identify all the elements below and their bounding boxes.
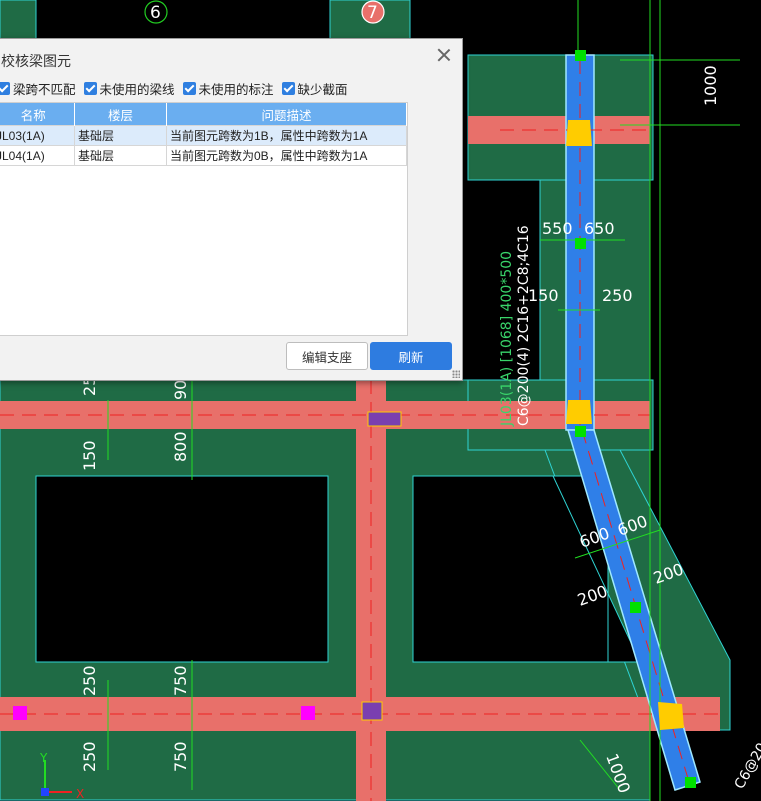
refresh-button[interactable]: 刷新 (370, 342, 452, 370)
grid-axis-6: 6 (144, 0, 168, 24)
resize-grip-icon[interactable] (452, 370, 460, 378)
dim-150-b: 150 (80, 440, 99, 471)
cell-name: JL03(1A) (0, 125, 75, 146)
beam-label-line2: C6@200(4) 2C16+2C8;4C16 (516, 225, 532, 426)
filter-unused-beam-line[interactable]: 未使用的梁线 (83, 79, 175, 98)
grid-axis-7: 7 (361, 0, 385, 24)
column-description[interactable]: 问题描述 (166, 103, 407, 126)
dim-250-b: 250 (80, 665, 99, 696)
table-row[interactable]: JL04(1A) 基础层 当前图元跨数为0B，属性中跨数为1A (0, 145, 407, 166)
dim-800: 800 (171, 431, 190, 462)
checkbox-checked-icon[interactable] (281, 82, 295, 95)
axis-y-label: Y (39, 751, 48, 765)
dim-250-c: 250 (80, 741, 99, 772)
filter-label: 缺少截面 (297, 83, 348, 97)
dim-150-a: 150 (528, 286, 559, 305)
close-icon[interactable] (436, 47, 452, 63)
column-floor[interactable]: 楼层 (74, 103, 167, 126)
table-row[interactable]: JL03(1A) 基础层 当前图元跨数为1B，属性中跨数为1A (0, 125, 407, 146)
cell-description: 当前图元跨数为0B，属性中跨数为1A (166, 145, 407, 166)
cell-description: 当前图元跨数为1B，属性中跨数为1A (166, 125, 407, 146)
dim-650: 650 (584, 219, 615, 238)
filter-unused-annotation[interactable]: 未使用的标注 (182, 79, 274, 98)
axis-label-6: 6 (150, 3, 161, 23)
filter-row: 梁跨不匹配 未使用的梁线 未使用的标注 缺少截面 (0, 79, 348, 98)
axis-label-7: 7 (367, 3, 378, 23)
filter-missing-section[interactable]: 缺少截面 (281, 79, 348, 98)
filter-label: 未使用的梁线 (99, 83, 175, 97)
cell-floor: 基础层 (74, 145, 167, 166)
checkbox-checked-icon[interactable] (0, 82, 10, 95)
beam-label-line1: JL03(1A) [1068] 400*500 (499, 251, 515, 427)
results-table: 名称 楼层 问题描述 JL03(1A) 基础层 当前图元跨数为1B，属性中跨数为… (0, 102, 408, 336)
dim-750-b: 750 (171, 741, 190, 772)
check-beam-dialog: 校核梁图元 梁跨不匹配 未使用的梁线 未使用的标注 缺少截面 名称 楼层 问题描… (0, 38, 463, 381)
checkbox-checked-icon[interactable] (83, 82, 97, 95)
cell-floor: 基础层 (74, 125, 167, 146)
dim-1000-top: 1000 (701, 65, 720, 106)
corner-label: C6@20 (732, 740, 761, 792)
dim-550: 550 (542, 219, 573, 238)
axis-x-label: X (76, 787, 84, 801)
dim-250-a: 250 (602, 286, 633, 305)
cell-name: JL04(1A) (0, 145, 75, 166)
checkbox-checked-icon[interactable] (182, 82, 196, 95)
filter-label: 梁跨不匹配 (13, 83, 76, 97)
dialog-title: 校核梁图元 (1, 53, 71, 69)
filter-label: 未使用的标注 (198, 83, 274, 97)
dim-750-a: 750 (171, 665, 190, 696)
filter-span-mismatch[interactable]: 梁跨不匹配 (0, 79, 76, 98)
edit-support-button[interactable]: 编辑支座 (286, 342, 368, 370)
column-name[interactable]: 名称 (0, 103, 75, 126)
table-header: 名称 楼层 问题描述 (0, 103, 407, 126)
